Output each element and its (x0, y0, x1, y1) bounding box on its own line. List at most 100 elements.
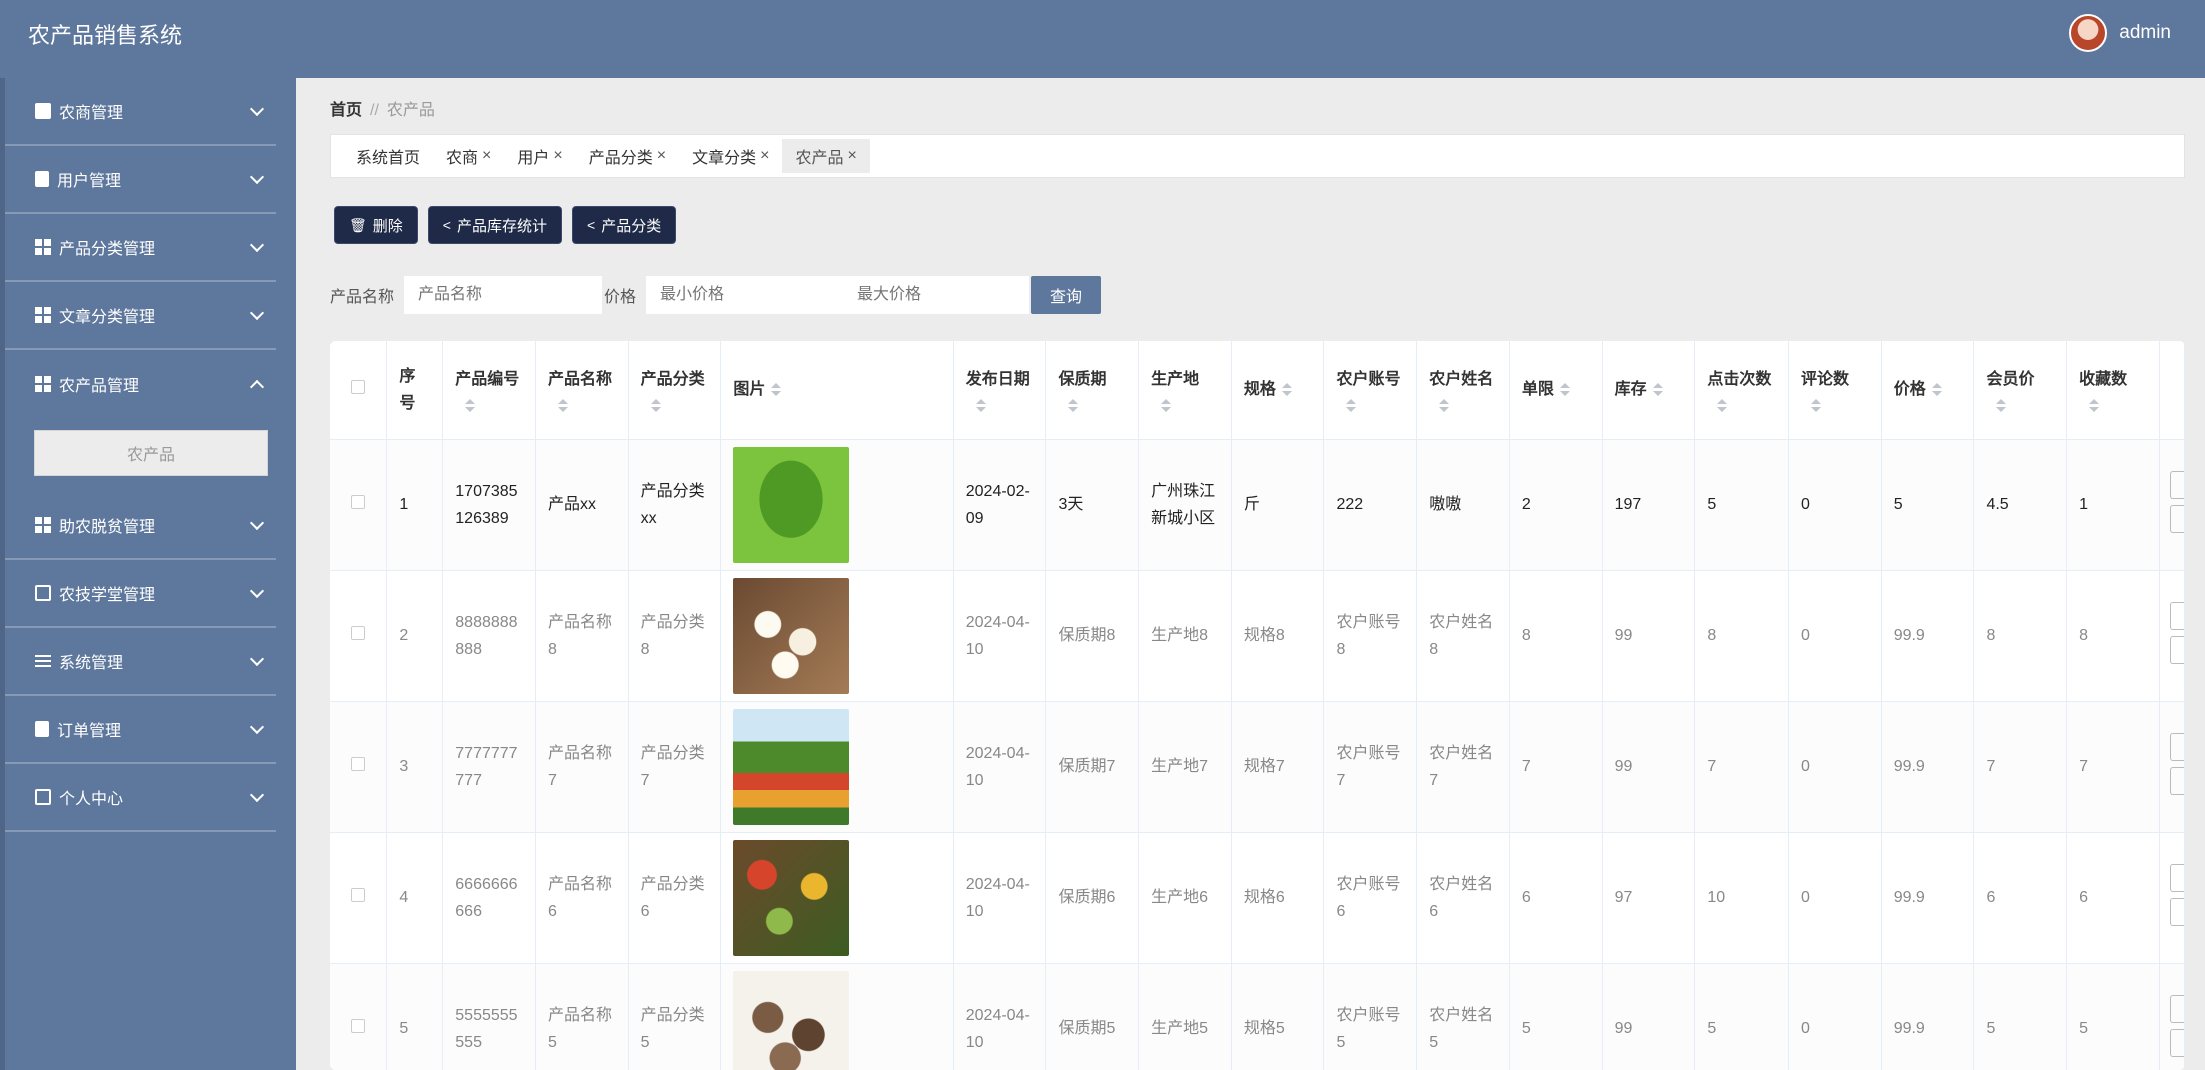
col-code[interactable]: 产品编号 (442, 341, 536, 440)
row-action-button[interactable] (2169, 863, 2184, 892)
col-spec[interactable]: 规格 (1231, 341, 1325, 440)
product-image[interactable] (733, 708, 850, 825)
sidebar-item-orders[interactable]: 订单管理 (5, 696, 276, 764)
row-checkbox[interactable] (351, 495, 366, 509)
tab-label: 农产品 (795, 150, 844, 167)
sidebar-item-label: 系统管理 (59, 655, 124, 672)
select-all-checkbox[interactable] (351, 380, 366, 395)
col-vip-price[interactable]: 会员价 (1973, 341, 2068, 440)
sort-icon[interactable] (771, 383, 782, 397)
sort-icon[interactable] (1161, 399, 1172, 413)
row-checkbox[interactable] (351, 757, 366, 771)
col-account[interactable]: 农户账号 (1323, 341, 1418, 440)
sidebar-item-label: 文章分类管理 (59, 309, 156, 326)
sort-icon[interactable] (1439, 399, 1450, 413)
sidebar-item-agri-classroom[interactable]: 农技学堂管理 (5, 560, 276, 628)
col-category[interactable]: 产品分类 (628, 341, 722, 440)
sidebar-item-article-categories[interactable]: 文章分类管理 (5, 282, 276, 350)
query-button[interactable]: 查询 (1031, 276, 1102, 314)
sort-icon[interactable] (1717, 399, 1728, 413)
product-name-input[interactable] (404, 276, 603, 314)
sort-icon[interactable] (465, 399, 476, 413)
col-comments[interactable]: 评论数 (1788, 341, 1882, 440)
close-icon[interactable]: × (482, 147, 491, 165)
close-icon[interactable]: × (657, 147, 666, 165)
col-price[interactable]: 价格 (1881, 341, 1975, 440)
sort-icon[interactable] (1996, 399, 2007, 413)
sidebar-item-system[interactable]: 系统管理 (5, 628, 276, 696)
col-favorites[interactable]: 收藏数 (2066, 341, 2160, 440)
tab-users[interactable]: 用户 × (504, 139, 575, 173)
cell-code: 1707385126389 (442, 439, 536, 571)
tab-farm-products[interactable]: 农产品 × (782, 139, 870, 173)
max-price-input[interactable] (843, 276, 1030, 314)
row-action-button[interactable] (2169, 635, 2184, 664)
sort-icon[interactable] (1931, 383, 1942, 397)
col-image[interactable]: 图片 (720, 341, 954, 440)
product-image[interactable] (733, 839, 850, 956)
tab-product-categories[interactable]: 产品分类 × (576, 139, 679, 173)
col-clicks[interactable]: 点击次数 (1694, 341, 1789, 440)
table-header: 序号 产品编号 产品名称 产品分类 图片 发布日期 保质期 生产地 规格 农户账… (330, 341, 2185, 440)
sort-icon[interactable] (1652, 383, 1663, 397)
row-action-button[interactable] (2169, 732, 2184, 761)
col-farmer[interactable]: 农户姓名 (1416, 341, 1510, 440)
tab-article-categories[interactable]: 文章分类 × (679, 139, 782, 173)
avatar[interactable] (2069, 14, 2108, 52)
product-image[interactable] (733, 446, 850, 563)
sidebar-item-farm-merchants[interactable]: 农商管理 (5, 78, 276, 146)
submenu-item-farm-product[interactable]: 农产品 (34, 430, 268, 476)
row-checkbox[interactable] (351, 888, 366, 902)
product-image[interactable] (733, 577, 850, 694)
col-date[interactable]: 发布日期 (953, 341, 1047, 440)
cell-name: 产品名称7 (535, 701, 629, 833)
chevron-down-icon (249, 651, 265, 667)
user-name[interactable]: admin (2119, 22, 2171, 44)
delete-button[interactable]: 🗑 删除 (334, 206, 418, 244)
sidebar-item-users[interactable]: 用户管理 (5, 146, 276, 214)
row-checkbox[interactable] (351, 626, 366, 640)
close-icon[interactable]: × (760, 147, 769, 165)
sort-icon[interactable] (1281, 383, 1292, 397)
col-shelf-life[interactable]: 保质期 (1045, 341, 1140, 440)
tab-farm-merchants[interactable]: 农商 × (433, 139, 504, 173)
cell-clicks: 5 (1694, 439, 1789, 571)
sidebar-item-farm-products[interactable]: 农产品管理 (5, 350, 276, 418)
row-checkbox[interactable] (351, 1019, 366, 1033)
sidebar-item-poverty-relief[interactable]: 助农脱贫管理 (5, 492, 276, 560)
sort-icon[interactable] (1811, 399, 1821, 413)
col-stock[interactable]: 库存 (1602, 341, 1696, 440)
sort-icon[interactable] (1346, 399, 1357, 413)
min-price-input[interactable] (646, 276, 844, 314)
sort-icon[interactable] (1068, 399, 1079, 413)
sidebar-item-personal-center[interactable]: 个人中心 (5, 764, 276, 832)
row-action-button[interactable] (2169, 504, 2184, 533)
breadcrumb-home[interactable]: 首页 (330, 102, 362, 119)
product-image[interactable] (733, 970, 850, 1070)
row-action-button[interactable] (2169, 994, 2184, 1023)
row-action-button[interactable] (2169, 1028, 2184, 1057)
row-action-button[interactable] (2169, 601, 2184, 630)
toolbar: 🗑 删除 < 产品库存统计 < 产品分类 (334, 206, 677, 244)
sidebar-item-product-categories[interactable]: 产品分类管理 (5, 214, 276, 282)
sort-icon[interactable] (975, 399, 986, 413)
col-origin[interactable]: 生产地 (1138, 341, 1232, 440)
close-icon[interactable]: × (553, 147, 562, 165)
close-icon[interactable]: × (847, 147, 856, 165)
col-limit[interactable]: 单限 (1509, 341, 1603, 440)
row-action-button[interactable] (2169, 470, 2184, 499)
category-stats-button[interactable]: < 产品分类 (572, 206, 677, 244)
row-action-button[interactable] (2169, 897, 2184, 926)
col-name[interactable]: 产品名称 (535, 341, 629, 440)
tab-home[interactable]: 系统首页 (343, 139, 433, 173)
sort-icon[interactable] (650, 399, 661, 413)
table-row: 4 6666666666 产品名称6 产品分类6 2024-04-10 保质期6… (330, 832, 2185, 964)
row-action-button[interactable] (2169, 766, 2184, 795)
cell-limit: 7 (1509, 701, 1603, 833)
user-menu[interactable]: admin (2069, 14, 2171, 52)
sort-icon[interactable] (2089, 399, 2100, 413)
stock-stats-button[interactable]: < 产品库存统计 (427, 206, 562, 244)
cell-limit: 6 (1509, 832, 1603, 964)
sort-icon[interactable] (1559, 383, 1570, 397)
sort-icon[interactable] (557, 399, 568, 413)
